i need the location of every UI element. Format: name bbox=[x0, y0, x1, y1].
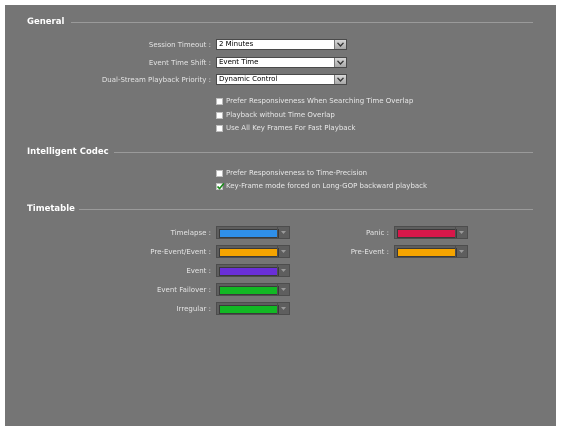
pre-event-label: Pre-Event : bbox=[350, 248, 389, 256]
panic-color-picker[interactable] bbox=[394, 226, 468, 239]
session-timeout-label: Session Timeout : bbox=[148, 41, 211, 49]
check-label: Prefer Responsiveness When Searching Tim… bbox=[226, 97, 414, 105]
dual-stream-priority-select[interactable]: Dynamic Control bbox=[216, 74, 347, 85]
chevron-down-icon[interactable] bbox=[334, 58, 346, 67]
checkbox[interactable] bbox=[216, 111, 223, 119]
chevron-down-icon[interactable] bbox=[277, 284, 289, 295]
pre-event-event-color-picker[interactable] bbox=[216, 245, 290, 258]
checkbox[interactable] bbox=[216, 97, 223, 105]
intelligent-codec-section-title: Intelligent Codec bbox=[27, 147, 109, 157]
color-swatch bbox=[219, 305, 279, 314]
settings-panel: General Session Timeout : 2 Minutes Even… bbox=[5, 5, 556, 426]
pre-event-event-label: Pre-Event/Event : bbox=[150, 248, 211, 256]
chevron-down-icon[interactable] bbox=[277, 246, 289, 257]
session-timeout-value: 2 Minutes bbox=[219, 40, 254, 48]
section-divider bbox=[71, 22, 533, 23]
irregular-label: Irregular : bbox=[176, 305, 211, 313]
event-label: Event : bbox=[186, 267, 211, 275]
chevron-down-icon[interactable] bbox=[277, 265, 289, 276]
checkmark-icon bbox=[216, 182, 225, 190]
timetable-section-title: Timetable bbox=[27, 204, 75, 214]
color-swatch bbox=[219, 229, 279, 238]
event-time-shift-select[interactable]: Event Time bbox=[216, 57, 347, 68]
event-failover-label: Event Failover : bbox=[156, 286, 211, 294]
check-key-frame-mode-forced[interactable]: Key-Frame mode forced on Long-GOP backwa… bbox=[216, 182, 427, 190]
color-swatch bbox=[219, 286, 279, 295]
checkbox[interactable] bbox=[216, 169, 223, 177]
pre-event-color-picker[interactable] bbox=[394, 245, 468, 258]
check-label: Prefer Responsiveness to Time-Precision bbox=[226, 169, 368, 177]
event-failover-color-picker[interactable] bbox=[216, 283, 290, 296]
checkbox[interactable] bbox=[216, 182, 225, 190]
general-section-title: General bbox=[27, 17, 65, 27]
chevron-down-icon[interactable] bbox=[277, 303, 289, 314]
color-swatch bbox=[219, 267, 279, 276]
check-use-all-key-frames[interactable]: Use All Key Frames For Fast Playback bbox=[216, 124, 356, 132]
panic-label: Panic : bbox=[365, 229, 389, 237]
check-label: Use All Key Frames For Fast Playback bbox=[226, 124, 356, 132]
session-timeout-select[interactable]: 2 Minutes bbox=[216, 39, 347, 50]
chevron-down-icon[interactable] bbox=[334, 75, 346, 84]
event-color-picker[interactable] bbox=[216, 264, 290, 277]
dual-stream-priority-label: Dual-Stream Playback Priority : bbox=[101, 76, 211, 84]
check-label: Key-Frame mode forced on Long-GOP backwa… bbox=[226, 182, 428, 190]
chevron-down-icon[interactable] bbox=[455, 246, 467, 257]
section-divider bbox=[114, 152, 533, 153]
color-swatch bbox=[219, 248, 279, 257]
check-label: Playback without Time Overlap bbox=[226, 111, 335, 119]
section-divider bbox=[79, 209, 533, 210]
color-swatch bbox=[397, 248, 457, 257]
check-prefer-responsiveness-overlap[interactable]: Prefer Responsiveness When Searching Tim… bbox=[216, 97, 413, 105]
chevron-down-icon[interactable] bbox=[334, 40, 346, 49]
timelapse-label: Timelapse : bbox=[170, 229, 211, 237]
irregular-color-picker[interactable] bbox=[216, 302, 290, 315]
checkbox[interactable] bbox=[216, 124, 223, 132]
check-prefer-responsiveness-time-precision[interactable]: Prefer Responsiveness to Time-Precision bbox=[216, 169, 367, 177]
timelapse-color-picker[interactable] bbox=[216, 226, 290, 239]
chevron-down-icon[interactable] bbox=[455, 227, 467, 238]
event-time-shift-value: Event Time bbox=[219, 58, 259, 66]
check-playback-without-overlap[interactable]: Playback without Time Overlap bbox=[216, 111, 335, 119]
event-time-shift-label: Event Time Shift : bbox=[148, 59, 211, 67]
chevron-down-icon[interactable] bbox=[277, 227, 289, 238]
dual-stream-priority-value: Dynamic Control bbox=[219, 75, 278, 83]
color-swatch bbox=[397, 229, 457, 238]
